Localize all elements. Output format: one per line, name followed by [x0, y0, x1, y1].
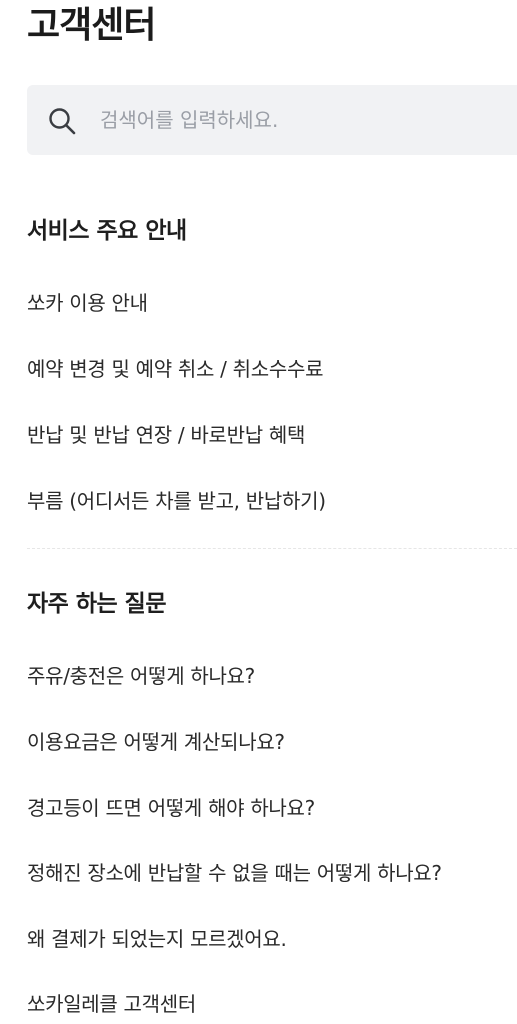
- section-divider: [27, 548, 517, 549]
- section-heading-service-guide: 서비스 주요 안내: [27, 218, 187, 244]
- faq-item-fee-calculation[interactable]: 이용요금은 어떻게 계산되나요?: [27, 728, 285, 756]
- search-bar[interactable]: [27, 85, 517, 155]
- faq-item-payment[interactable]: 왜 결제가 되었는지 모르겠어요.: [27, 925, 287, 953]
- faq-item-fuel-charge[interactable]: 주유/충전은 어떻게 하나요?: [27, 662, 255, 690]
- page-title: 고객센터: [27, 5, 156, 46]
- section-heading-faq: 자주 하는 질문: [27, 591, 166, 617]
- service-guide-item-delivery[interactable]: 부름 (어디서든 차를 받고, 반납하기): [27, 487, 326, 515]
- faq-item-elecle-support[interactable]: 쏘카일레클 고객센터: [27, 990, 196, 1018]
- faq-item-return-location[interactable]: 정해진 장소에 반납할 수 없을 때는 어떻게 하나요?: [27, 859, 442, 887]
- search-input[interactable]: [100, 85, 510, 155]
- search-icon: [49, 108, 76, 135]
- service-guide-item-reservation-change[interactable]: 예약 변경 및 예약 취소 / 취소수수료: [27, 355, 323, 383]
- service-guide-item-usage[interactable]: 쏘카 이용 안내: [27, 289, 148, 317]
- service-guide-item-return[interactable]: 반납 및 반납 연장 / 바로반납 혜택: [27, 421, 305, 449]
- faq-item-warning-light[interactable]: 경고등이 뜨면 어떻게 해야 하나요?: [27, 794, 315, 822]
